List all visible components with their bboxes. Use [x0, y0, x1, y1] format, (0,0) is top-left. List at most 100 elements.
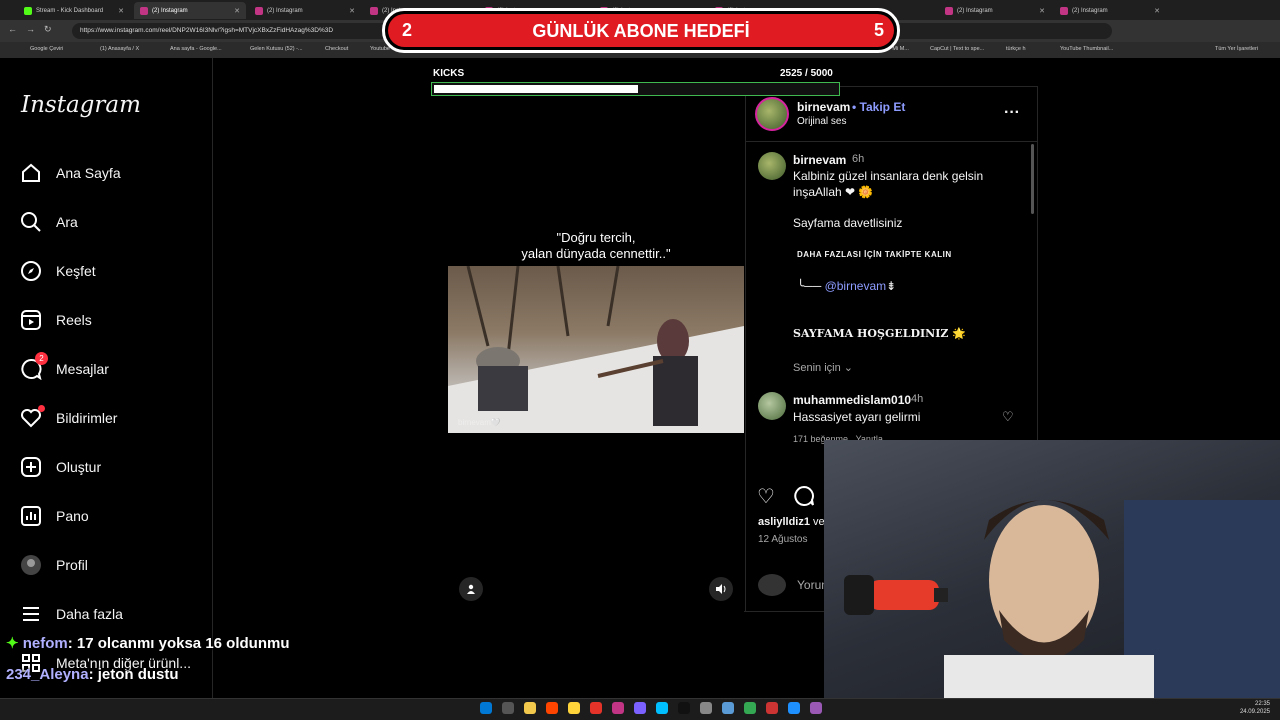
video-quote: "Doğru tercih, yalan dünyada cennettir..… [448, 230, 744, 262]
app-icon[interactable] [788, 702, 800, 714]
notification-dot [38, 405, 45, 412]
close-tab-icon[interactable]: ✕ [1154, 7, 1160, 15]
bookmark-item[interactable]: (1) Anasayfa / X [100, 46, 139, 52]
chat-text: : jeton dustu [88, 666, 179, 683]
caption-time: 6h [852, 153, 865, 165]
search-icon[interactable] [502, 702, 514, 714]
sidebar-item-ara[interactable]: Ara [20, 209, 78, 235]
bookmark-item[interactable]: YouTube Thumbnail... [1060, 46, 1113, 52]
close-tab-icon[interactable]: ✕ [118, 7, 124, 15]
instagram-favicon-icon [1060, 6, 1068, 15]
sidebar-item-label: Oluştur [56, 459, 102, 475]
bookmark-item[interactable]: Ana sayfa - Google... [170, 46, 222, 52]
like-icon[interactable]: ♡ [757, 484, 775, 509]
browser-tab[interactable]: Stream - Kick Dashboard ✕ [18, 2, 130, 19]
menu-icon [20, 603, 42, 625]
caption-mention[interactable]: @birnevam [825, 279, 887, 293]
video-clip[interactable] [448, 266, 744, 433]
sidebar-item-ke-fet[interactable]: Keşfet [20, 258, 96, 284]
app-icon[interactable] [656, 702, 668, 714]
instagram-favicon-icon [140, 6, 148, 15]
webcam-feed [824, 440, 1280, 698]
back-icon[interactable]: ← [8, 24, 17, 34]
chat-text: : 17 olcanmı yoksa 16 oldunmu [67, 635, 290, 652]
own-avatar [758, 574, 786, 596]
bookmark-item[interactable]: Google Çeviri [30, 46, 63, 52]
goal-target: 5 [873, 20, 884, 40]
instagram-logo[interactable]: Instagram [21, 92, 141, 118]
sidebar-item-bildirimler[interactable]: Bildirimler [20, 405, 117, 431]
folder-icon[interactable] [568, 702, 580, 714]
caption-line-5-prefix: ╰── [797, 279, 822, 293]
app-icon[interactable] [700, 702, 712, 714]
kicks-count: 2525 / 5000 [780, 68, 833, 79]
sidebar-item-mesajlar[interactable]: 2 Mesajlar [20, 352, 109, 382]
likes-user[interactable]: asliylldiz1 [758, 516, 810, 528]
bookmark-item[interactable]: Gelen Kutusu (52) -... [250, 46, 303, 52]
sidebar-item-daha-fazla[interactable]: Daha fazla [20, 601, 123, 627]
volume-icon[interactable] [709, 577, 733, 601]
caption-avatar[interactable] [758, 152, 786, 180]
app-icon[interactable] [634, 702, 646, 714]
instagram-icon[interactable] [612, 702, 624, 714]
kicks-progress-bar [431, 82, 840, 96]
bookmark-item[interactable]: CapCut | Text to spe... [930, 46, 984, 52]
chat-username: nefom [22, 635, 68, 652]
system-clock[interactable]: 22:35 24.09.2025 [1240, 700, 1270, 716]
post-date: 12 Ağustos [758, 534, 808, 545]
reload-icon[interactable]: ↻ [44, 24, 52, 35]
browser-tab[interactable]: (2) Instagram ✕ [134, 2, 246, 19]
subscriber-goal-widget: 2 GÜNLÜK ABONE HEDEFİ 5 [382, 8, 900, 53]
translation-toggle[interactable]: Senin için ⌄ [793, 361, 853, 374]
app-icon[interactable] [810, 702, 822, 714]
bookmark-item[interactable]: Tüm Yer İşaretleri [1215, 46, 1258, 52]
caption-line-3: Sayfama davetlisiniz [793, 216, 903, 230]
opera-icon[interactable] [590, 702, 602, 714]
quote-line-2: yalan dünyada cennettir.." [521, 246, 671, 261]
author-avatar[interactable] [755, 97, 789, 131]
forward-icon[interactable]: → [26, 24, 35, 34]
user-tag-icon[interactable] [459, 577, 483, 601]
browser-tab[interactable]: (2) Instagram ✕ [939, 2, 1051, 19]
close-tab-icon[interactable]: ✕ [1039, 7, 1045, 15]
app-icon[interactable] [766, 702, 778, 714]
sidebar-item-profil[interactable]: Profil [20, 552, 88, 578]
sidebar-item-label: Ana Sayfa [56, 165, 121, 181]
audio-label[interactable]: Orijinal ses [797, 116, 846, 127]
close-tab-icon[interactable]: ✕ [349, 7, 355, 15]
comment-username[interactable]: muhammedislam010 [793, 393, 911, 407]
sidebar-item-label: Ara [56, 214, 78, 230]
comments-scrollbar[interactable] [1031, 144, 1034, 214]
comment-avatar[interactable] [758, 392, 786, 420]
browser-tab[interactable]: (2) Instagram ✕ [1054, 2, 1166, 19]
kicks-label: KICKS [433, 68, 465, 79]
sidebar-item-reels[interactable]: Reels [20, 307, 92, 333]
chrome-icon[interactable] [744, 702, 756, 714]
sidebar-item-label: Reels [56, 312, 92, 328]
browser-tab[interactable]: (2) Instagram ✕ [249, 2, 361, 19]
caption-line-4: DAHA FAZLASI İÇİN TAKİPTE KALIN [797, 250, 952, 259]
app-icon[interactable] [722, 702, 734, 714]
bookmark-item[interactable]: türkçe h [1006, 46, 1026, 52]
caption-username[interactable]: birnevam [793, 153, 846, 167]
file-explorer-icon[interactable] [524, 702, 536, 714]
comment-like-icon[interactable]: ♡ [1002, 409, 1014, 425]
more-options-icon[interactable]: ··· [1004, 104, 1020, 122]
comment-icon[interactable] [793, 485, 815, 512]
caption-line-5-suffix: ⇟ [886, 279, 897, 293]
tiktok-icon[interactable] [678, 702, 690, 714]
bookmark-item[interactable]: Youtube [370, 46, 390, 52]
close-tab-icon[interactable]: ✕ [234, 7, 240, 15]
caption-line-6-text: SAYFAMA HOŞGELDINIZ [793, 327, 949, 340]
follow-button[interactable]: • Takip Et [852, 100, 905, 114]
clock-date: 24.09.2025 [1239, 709, 1270, 715]
tab-label: (2) Instagram [152, 7, 188, 14]
app-icon[interactable] [546, 702, 558, 714]
author-username[interactable]: birnevam [797, 100, 850, 114]
bookmark-item[interactable]: Checkout [325, 46, 348, 52]
sidebar-item-ana-sayfa[interactable]: Ana Sayfa [20, 160, 121, 186]
sidebar-item-olu-tur[interactable]: Oluştur [20, 454, 101, 480]
windows-start-icon[interactable] [480, 702, 492, 714]
kicks-progress-fill [434, 85, 638, 93]
sidebar-item-pano[interactable]: Pano [20, 503, 89, 529]
